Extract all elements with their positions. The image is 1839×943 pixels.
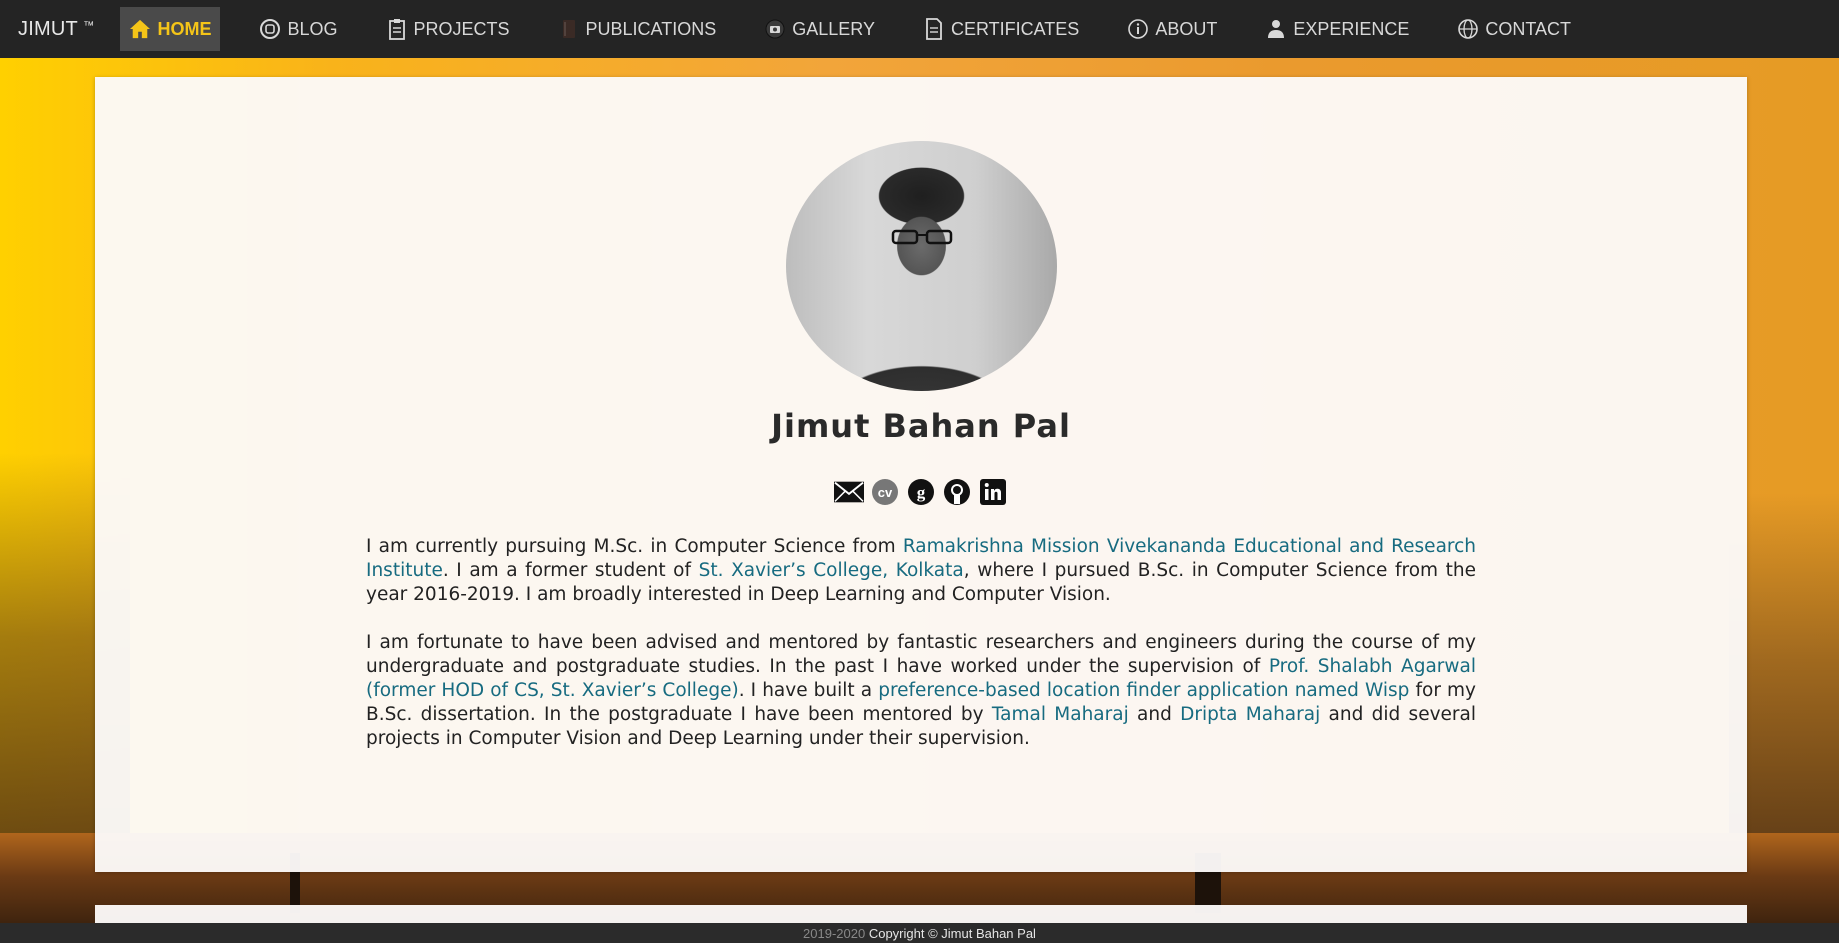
nav-about[interactable]: ABOUT [1118, 7, 1226, 51]
dripta-maharaj-link[interactable]: Dripta Maharaj [1180, 704, 1320, 725]
nav-projects-label: PROJECTS [413, 18, 510, 39]
wisp-link[interactable]: preference-based location finder applica… [878, 680, 1409, 701]
bio-paragraph-2: I am fortunate to have been advised and … [366, 632, 1477, 749]
nav-certificates[interactable]: CERTIFICATES [914, 7, 1088, 51]
home-icon [129, 18, 151, 40]
info-icon [1127, 18, 1149, 40]
clipboard-icon [386, 18, 408, 40]
profile-card: Jimut Bahan Pal cv g I am currently purs… [95, 77, 1747, 872]
nav-contact-label: CONTACT [1485, 18, 1572, 39]
nav-about-label: ABOUT [1155, 18, 1218, 39]
person-icon [1265, 18, 1287, 40]
nav-contact[interactable]: CONTACT [1448, 7, 1580, 51]
nav-experience[interactable]: EXPERIENCE [1256, 7, 1418, 51]
svg-text:cv: cv [878, 485, 893, 500]
document-icon [923, 18, 945, 40]
nav-publications-label: PUBLICATIONS [585, 18, 717, 39]
xaviers-link[interactable]: St. Xavier’s College, Kolkata [699, 560, 964, 581]
nav-home[interactable]: HOME [120, 7, 221, 51]
nav-certificates-label: CERTIFICATES [950, 18, 1080, 39]
email-icon[interactable] [834, 477, 864, 507]
nav-projects[interactable]: PROJECTS [377, 7, 519, 51]
bio-paragraph-1: I am currently pursuing M.Sc. in Compute… [366, 536, 1477, 605]
nav-gallery-label: GALLERY [792, 18, 875, 39]
cv-icon[interactable]: cv [870, 477, 900, 507]
tamal-maharaj-link[interactable]: Tamal Maharaj [992, 704, 1129, 725]
glasses-shape [891, 229, 953, 245]
nav-publications[interactable]: PUBLICATIONS [549, 7, 726, 51]
brand-logo[interactable]: JIMUT ™ [0, 18, 112, 41]
footer-copyright: Copyright © Jimut Bahan Pal [865, 926, 1036, 941]
page-footer: 2019-2020 Copyright © Jimut Bahan Pal [0, 923, 1839, 943]
book-icon [558, 18, 580, 40]
social-links: cv g [95, 477, 1747, 507]
nav-experience-label: EXPERIENCE [1293, 18, 1410, 39]
nav-gallery[interactable]: GALLERY [755, 7, 884, 51]
linkedin-icon[interactable] [978, 477, 1008, 507]
svg-text:g: g [917, 483, 926, 502]
profile-avatar [786, 141, 1057, 391]
google-scholar-icon[interactable]: g [906, 477, 936, 507]
globe-icon [1457, 18, 1479, 40]
camera-icon [764, 18, 786, 40]
footer-years: 2019-2020 [803, 926, 866, 941]
nav-blog-label: BLOG [287, 18, 338, 39]
blogger-icon [259, 18, 281, 40]
bio-section: I am currently pursuing M.Sc. in Compute… [366, 535, 1476, 775]
profile-name: Jimut Bahan Pal [771, 407, 1071, 445]
nav-home-label: HOME [157, 18, 212, 39]
top-navbar: JIMUT ™ HOME BLOG PROJECTS PUBLICATIONS … [0, 0, 1839, 58]
nav-blog[interactable]: BLOG [250, 7, 346, 51]
github-icon[interactable] [942, 477, 972, 507]
